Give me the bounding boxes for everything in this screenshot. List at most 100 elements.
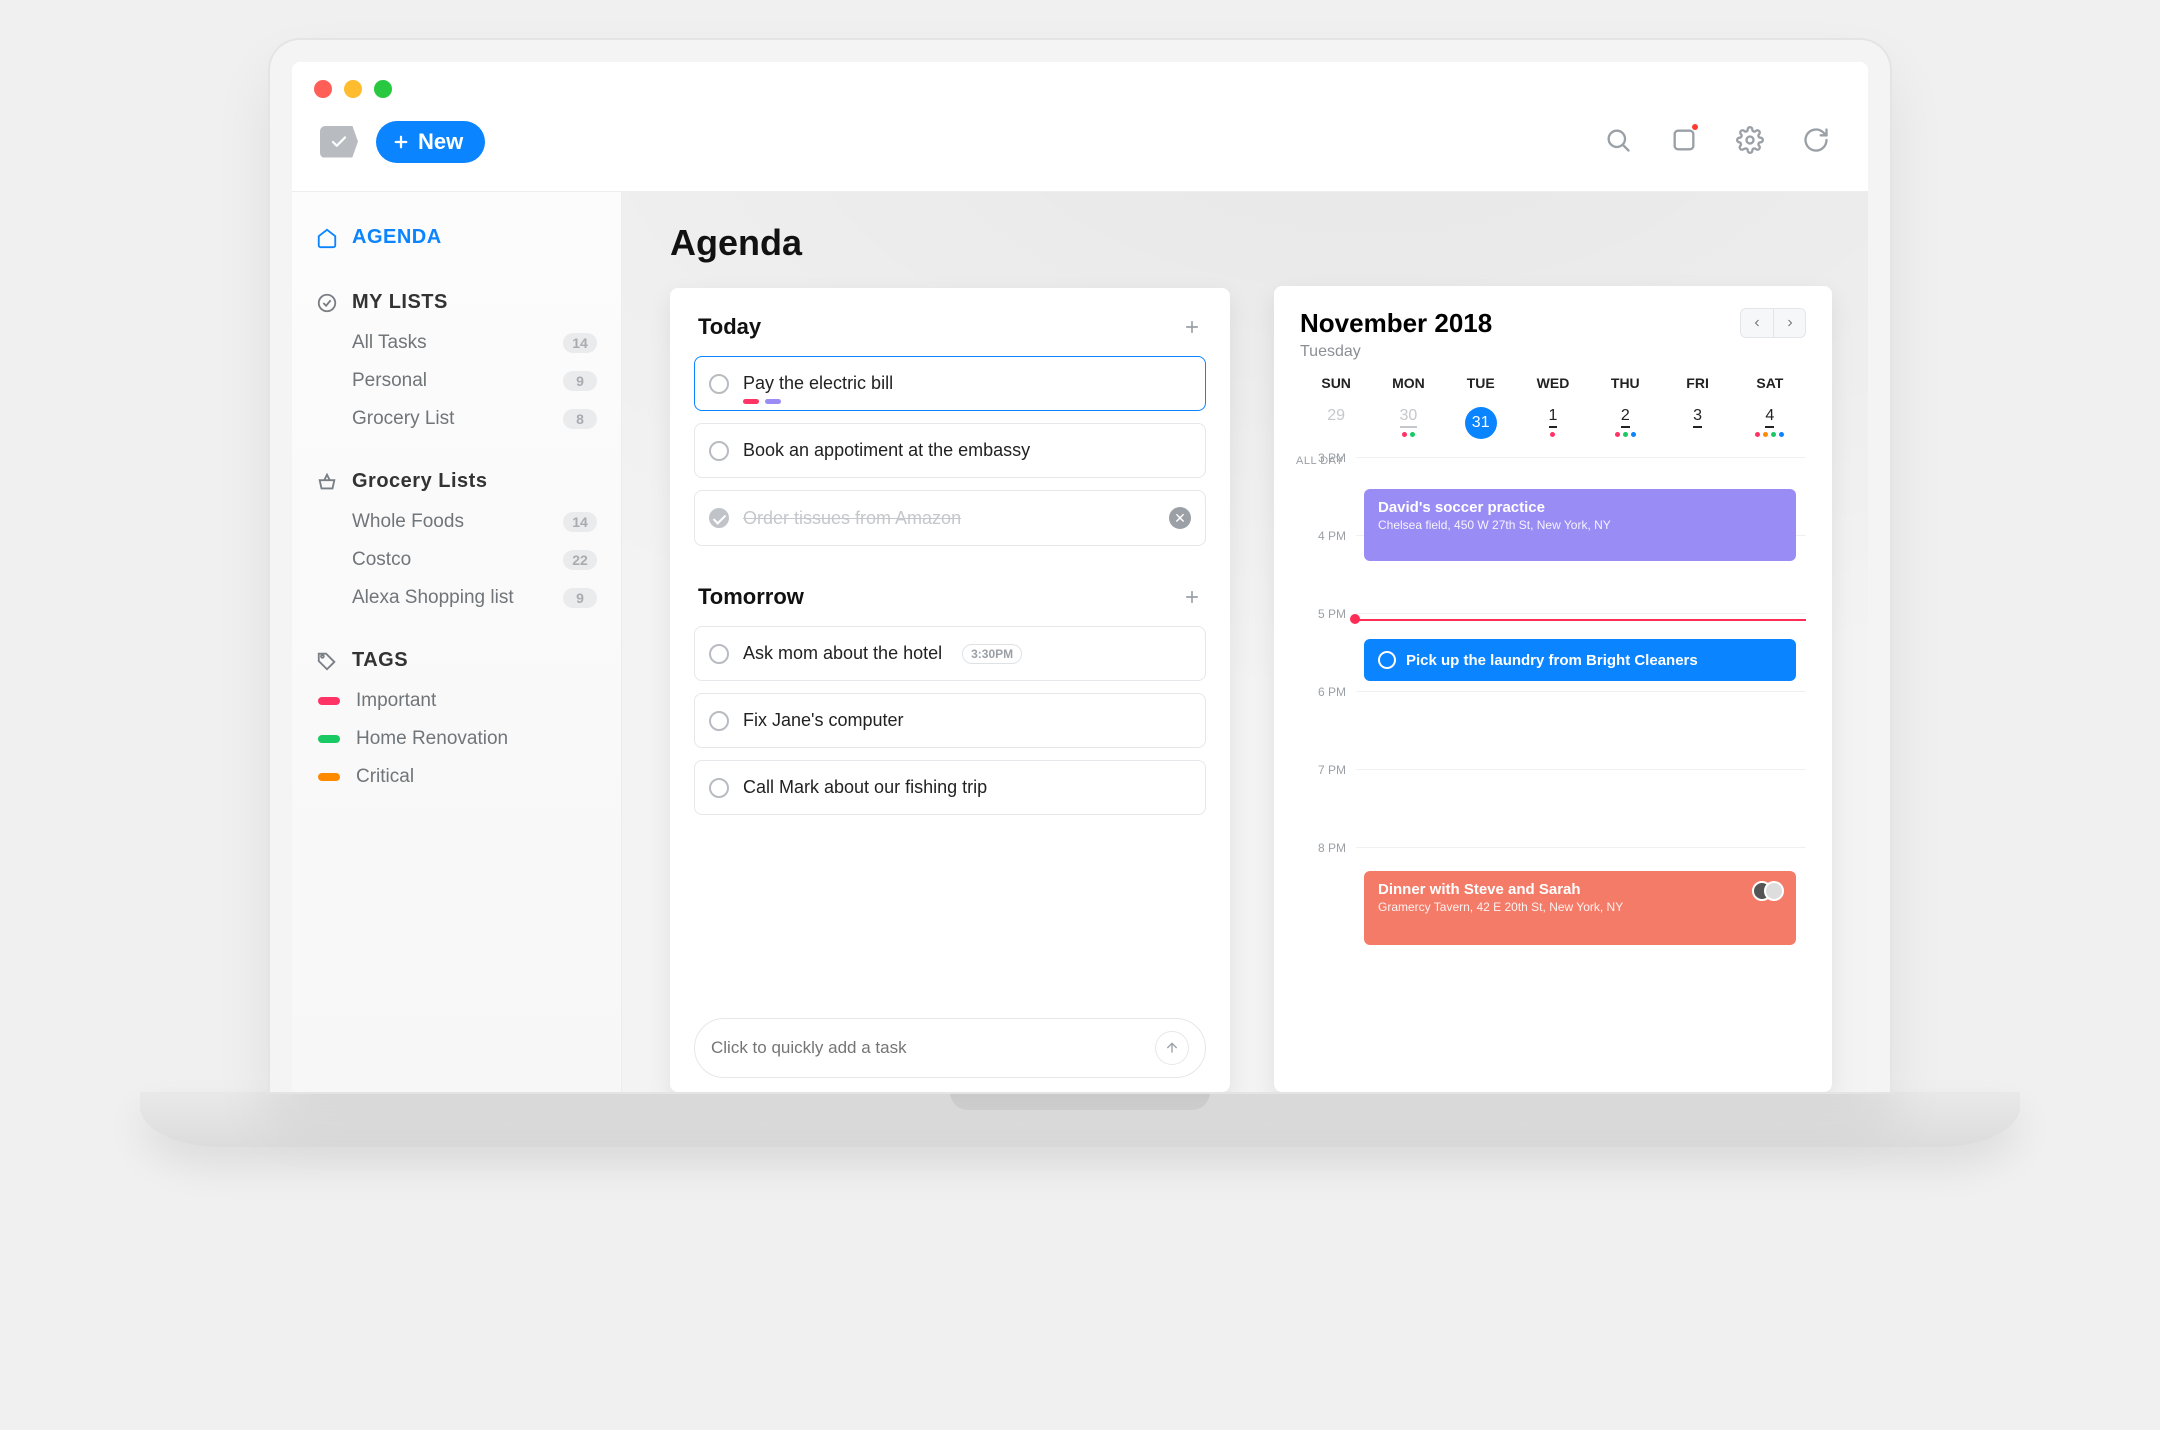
task-checkbox[interactable] bbox=[709, 508, 729, 528]
calendar-dow: MON bbox=[1372, 375, 1444, 401]
toolbar: New bbox=[292, 106, 1868, 191]
sidebar-grocery-item-0[interactable]: Whole Foods14 bbox=[292, 503, 621, 541]
calendar-dow: SAT bbox=[1734, 375, 1806, 401]
sync-button[interactable] bbox=[1792, 116, 1840, 167]
task-today-2[interactable]: Order tissues from Amazon ✕ bbox=[694, 490, 1206, 546]
sidebar-mylist-item-1[interactable]: Personal9 bbox=[292, 362, 621, 400]
calendar-day-3[interactable]: 1 bbox=[1517, 401, 1589, 453]
sidebar-tags-label: TAGS bbox=[352, 649, 408, 672]
task-tomorrow-0[interactable]: Ask mom about the hotel3:30PM bbox=[694, 626, 1206, 681]
hour-label: 4 PM bbox=[1300, 529, 1356, 543]
task-text: Fix Jane's computer bbox=[743, 710, 904, 731]
calendar-day-4[interactable]: 2 bbox=[1589, 401, 1661, 453]
inbox-button[interactable] bbox=[1660, 116, 1708, 167]
sidebar-agenda-label: AGENDA bbox=[352, 226, 442, 249]
calendar-dow-row: SUNMONTUEWEDTHUFRISAT bbox=[1300, 375, 1806, 401]
hour-row: 7 PM bbox=[1300, 769, 1806, 847]
calendar-next-button[interactable] bbox=[1773, 309, 1805, 337]
list-item-label: Alexa Shopping list bbox=[352, 587, 514, 609]
task-remove-button[interactable]: ✕ bbox=[1169, 507, 1191, 529]
add-task-today-button[interactable] bbox=[1182, 317, 1202, 337]
event-title: Dinner with Steve and Sarah bbox=[1378, 881, 1782, 898]
event-subtitle: Chelsea field, 450 W 27th St, New York, … bbox=[1378, 518, 1782, 532]
calendar-month-label: November 2018 bbox=[1300, 308, 1492, 339]
tag-label: Important bbox=[356, 690, 436, 712]
notification-dot-icon bbox=[1692, 124, 1698, 130]
list-item-count: 22 bbox=[563, 550, 597, 570]
quick-add-task[interactable] bbox=[694, 1018, 1206, 1078]
add-task-tomorrow-button[interactable] bbox=[1182, 587, 1202, 607]
chevron-left-icon bbox=[1751, 317, 1763, 329]
sidebar-tag-item-0[interactable]: Important bbox=[292, 682, 621, 720]
search-button[interactable] bbox=[1594, 116, 1642, 167]
task-checkbox[interactable] bbox=[709, 374, 729, 394]
task-checkbox[interactable] bbox=[709, 711, 729, 731]
window-titlebar bbox=[292, 62, 1868, 106]
calendar-column: November 2018 Tuesday SUNMONTUEWEDTHUFRI… bbox=[1274, 222, 1832, 1092]
sidebar-grocery-item-2[interactable]: Alexa Shopping list 9 bbox=[292, 579, 621, 617]
quick-add-input[interactable] bbox=[711, 1038, 1145, 1058]
sidebar-section-grocery[interactable]: Grocery Lists bbox=[292, 460, 621, 503]
close-window-icon[interactable] bbox=[314, 80, 332, 98]
event-title: David's soccer practice bbox=[1378, 499, 1782, 516]
task-checkbox[interactable] bbox=[709, 778, 729, 798]
task-tag-strip bbox=[743, 399, 781, 404]
sidebar-section-mylists[interactable]: MY LISTS bbox=[292, 281, 621, 324]
calendar-subtitle: Tuesday bbox=[1300, 343, 1492, 361]
calendar-prev-button[interactable] bbox=[1741, 309, 1773, 337]
sidebar-mylist-item-2[interactable]: Grocery List8 bbox=[292, 400, 621, 438]
calendar-day-0[interactable]: 29 bbox=[1300, 401, 1372, 453]
settings-button[interactable] bbox=[1726, 116, 1774, 167]
hour-label: 7 PM bbox=[1300, 763, 1356, 777]
sidebar-section-tags[interactable]: TAGS bbox=[292, 639, 621, 682]
calendar-day-6[interactable]: 4 bbox=[1734, 401, 1806, 453]
plus-icon bbox=[392, 133, 410, 151]
calendar-event-1[interactable]: Pick up the laundry from Bright Cleaners bbox=[1364, 639, 1796, 681]
sidebar-grocery-label: Grocery Lists bbox=[352, 470, 487, 493]
event-task-ring-icon bbox=[1378, 651, 1396, 669]
inbox-icon bbox=[1670, 126, 1698, 154]
task-checkbox[interactable] bbox=[709, 441, 729, 461]
list-item-count: 9 bbox=[563, 371, 597, 391]
calendar-day-2[interactable]: 31 bbox=[1445, 401, 1517, 453]
minimize-window-icon[interactable] bbox=[344, 80, 362, 98]
quick-add-submit-button[interactable] bbox=[1155, 1031, 1189, 1065]
group-today-label: Today bbox=[698, 314, 761, 340]
task-text: Order tissues from Amazon bbox=[743, 508, 961, 529]
current-time-dot-icon bbox=[1350, 614, 1360, 624]
calendar-event-0[interactable]: David's soccer practice Chelsea field, 45… bbox=[1364, 489, 1796, 561]
task-text: Pay the electric bill bbox=[743, 373, 893, 394]
tag-icon bbox=[316, 650, 338, 672]
calendar-timeline: ALL DAY 3 PM4 PM5 PM6 PM7 PM8 PMDavid's … bbox=[1300, 457, 1806, 925]
task-today-0[interactable]: Pay the electric bill bbox=[694, 356, 1206, 411]
calendar-dow: TUE bbox=[1445, 375, 1517, 401]
sidebar-tag-item-1[interactable]: Home Renovation bbox=[292, 720, 621, 758]
gear-icon bbox=[1736, 126, 1764, 154]
task-tomorrow-1[interactable]: Fix Jane's computer bbox=[694, 693, 1206, 748]
hour-label: 5 PM bbox=[1300, 607, 1356, 621]
calendar-day-5[interactable]: 3 bbox=[1661, 401, 1733, 453]
calendar-nav bbox=[1740, 308, 1806, 338]
event-subtitle: Gramercy Tavern, 42 E 20th St, New York,… bbox=[1378, 900, 1782, 914]
hour-label: 8 PM bbox=[1300, 841, 1356, 855]
fullscreen-window-icon[interactable] bbox=[374, 80, 392, 98]
back-button[interactable] bbox=[320, 126, 358, 158]
list-item-count: 9 bbox=[563, 588, 597, 608]
calendar-event-2[interactable]: Dinner with Steve and Sarah Gramercy Tave… bbox=[1364, 871, 1796, 945]
task-text: Call Mark about our fishing trip bbox=[743, 777, 987, 798]
sidebar-grocery-item-1[interactable]: Costco22 bbox=[292, 541, 621, 579]
list-item-label: Grocery List bbox=[352, 408, 454, 430]
task-today-1[interactable]: Book an appotiment at the embassy bbox=[694, 423, 1206, 478]
sidebar-tag-item-2[interactable]: Critical bbox=[292, 758, 621, 796]
new-button[interactable]: New bbox=[376, 121, 485, 163]
task-tomorrow-2[interactable]: Call Mark about our fishing trip bbox=[694, 760, 1206, 815]
calendar-day-1[interactable]: 30 bbox=[1372, 401, 1444, 453]
task-checkbox[interactable] bbox=[709, 644, 729, 664]
sidebar-mylist-item-0[interactable]: All Tasks14 bbox=[292, 324, 621, 362]
refresh-icon bbox=[1802, 126, 1830, 154]
hour-label: 3 PM bbox=[1300, 451, 1356, 465]
tag-swatch-icon bbox=[318, 773, 340, 781]
main-area: Agenda Today Pay the electric billBook a… bbox=[622, 192, 1868, 1092]
current-time-line bbox=[1356, 619, 1806, 621]
sidebar-item-agenda[interactable]: AGENDA bbox=[292, 216, 621, 259]
